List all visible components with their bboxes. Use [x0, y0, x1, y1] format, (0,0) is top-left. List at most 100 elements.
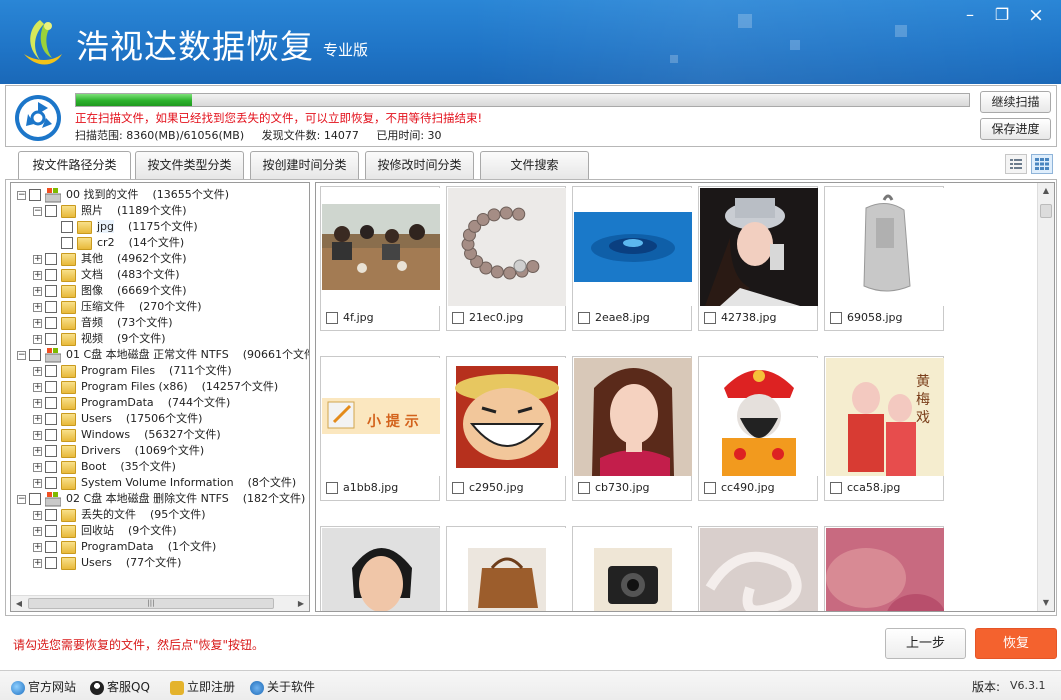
scroll-thumb[interactable]: ||| [28, 598, 274, 609]
tree-checkbox[interactable] [45, 301, 57, 313]
maximize-button[interactable]: ❐ [988, 4, 1016, 28]
tree-checkbox[interactable] [29, 493, 41, 505]
scroll-down-icon[interactable]: ▼ [1041, 598, 1051, 608]
tab-by-modified[interactable]: 按修改时间分类 [365, 151, 474, 180]
tree-node[interactable]: + 音频 (73个文件) [33, 315, 173, 331]
file-card[interactable]: 42738.jpg [698, 186, 818, 331]
tree-checkbox[interactable] [45, 365, 57, 377]
tree-checkbox[interactable] [45, 461, 57, 473]
continue-scan-button[interactable]: 继续扫描 [980, 91, 1051, 113]
tree-node[interactable]: + 丢失的文件 (95个文件) [33, 507, 206, 523]
collapse-icon[interactable]: − [17, 350, 26, 360]
file-checkbox[interactable] [704, 482, 716, 494]
list-view-button[interactable] [1005, 154, 1027, 174]
file-card[interactable]: 小 提 示 a1bb8.jpg [320, 356, 440, 501]
tab-by-created[interactable]: 按创建时间分类 [250, 151, 359, 180]
tree-node[interactable]: + 回收站 (9个文件) [33, 523, 177, 539]
file-card[interactable]: cb730.jpg [572, 356, 692, 501]
tree-checkbox[interactable] [45, 269, 57, 281]
tree-checkbox[interactable] [45, 397, 57, 409]
previous-step-button[interactable]: 上一步 [885, 628, 966, 659]
official-site-link[interactable]: 官方网站 [11, 678, 76, 695]
expand-icon[interactable]: + [33, 302, 42, 312]
tree-node[interactable]: cr2 (14个文件) [49, 235, 184, 251]
collapse-icon[interactable]: − [17, 494, 26, 504]
tree-checkbox[interactable] [45, 413, 57, 425]
tree-checkbox[interactable] [45, 333, 57, 345]
scroll-left-icon[interactable]: ◀ [14, 599, 24, 609]
tree-node[interactable]: + Boot (35个文件) [33, 459, 176, 475]
tree-node[interactable]: + Users (77个文件) [33, 555, 181, 571]
tree-node[interactable]: + 其他 (4962个文件) [33, 251, 187, 267]
expand-icon[interactable]: + [33, 414, 42, 424]
expand-icon[interactable]: + [33, 382, 42, 392]
expand-icon[interactable]: + [33, 526, 42, 536]
expand-icon[interactable]: + [33, 270, 42, 280]
tree-node[interactable]: + Users (17506个文件) [33, 411, 202, 427]
scroll-right-icon[interactable]: ▶ [296, 599, 306, 609]
expand-icon[interactable]: + [33, 398, 42, 408]
tree-checkbox[interactable] [45, 317, 57, 329]
support-qq-link[interactable]: 客服QQ [90, 678, 150, 695]
file-card[interactable] [824, 526, 944, 611]
tree-node[interactable]: + Program Files (x86) (14257个文件) [33, 379, 278, 395]
expand-icon[interactable]: + [33, 558, 42, 568]
tree-node[interactable]: + Program Files (711个文件) [33, 363, 232, 379]
file-card[interactable]: c2950.jpg [446, 356, 566, 501]
minimize-button[interactable]: – [956, 4, 984, 28]
expand-icon[interactable]: + [33, 446, 42, 456]
file-card[interactable] [572, 526, 692, 611]
file-checkbox[interactable] [830, 312, 842, 324]
tree-checkbox[interactable] [45, 557, 57, 569]
register-link[interactable]: 立即注册 [170, 678, 235, 695]
tree-checkbox[interactable] [45, 509, 57, 521]
expand-icon[interactable]: + [33, 430, 42, 440]
expand-icon[interactable]: + [33, 462, 42, 472]
file-checkbox[interactable] [578, 312, 590, 324]
file-card[interactable]: 2eae8.jpg [572, 186, 692, 331]
tree-checkbox[interactable] [45, 445, 57, 457]
tree-checkbox[interactable] [61, 237, 73, 249]
tree-node[interactable]: + 视频 (9个文件) [33, 331, 166, 347]
expand-icon[interactable]: + [33, 318, 42, 328]
tree-checkbox[interactable] [29, 349, 41, 361]
file-checkbox[interactable] [578, 482, 590, 494]
tree-node[interactable]: + Windows (56327个文件) [33, 427, 221, 443]
scroll-up-icon[interactable]: ▲ [1041, 186, 1051, 196]
file-checkbox[interactable] [452, 482, 464, 494]
file-card[interactable]: 21ec0.jpg [446, 186, 566, 331]
tab-by-path[interactable]: 按文件路径分类 [18, 151, 131, 181]
tree-node[interactable]: + 压缩文件 (270个文件) [33, 299, 202, 315]
about-link[interactable]: 关于软件 [250, 678, 315, 695]
file-card[interactable]: cc490.jpg [698, 356, 818, 501]
tree-checkbox[interactable] [45, 541, 57, 553]
file-checkbox[interactable] [326, 312, 338, 324]
tree-node[interactable]: + ProgramData (744个文件) [33, 395, 230, 411]
tree-checkbox[interactable] [61, 221, 73, 233]
save-progress-button[interactable]: 保存进度 [980, 118, 1051, 140]
thumbnail-view-button[interactable] [1031, 154, 1053, 174]
expand-icon[interactable]: + [33, 510, 42, 520]
file-checkbox[interactable] [704, 312, 716, 324]
file-checkbox[interactable] [830, 482, 842, 494]
tree-checkbox[interactable] [45, 429, 57, 441]
tree-checkbox[interactable] [45, 285, 57, 297]
file-card[interactable] [698, 526, 818, 611]
tree-node[interactable]: − 01 C盘 本地磁盘 正常文件 NTFS (90661个文件 [17, 347, 309, 363]
file-card[interactable] [320, 526, 440, 611]
tree-checkbox[interactable] [45, 381, 57, 393]
tree-checkbox[interactable] [45, 477, 57, 489]
tree-node[interactable]: + Drivers (1069个文件) [33, 443, 204, 459]
expand-icon[interactable]: + [33, 286, 42, 296]
expand-icon[interactable]: + [33, 254, 42, 264]
tree-checkbox[interactable] [45, 253, 57, 265]
file-card[interactable]: 69058.jpg [824, 186, 944, 331]
tab-by-type[interactable]: 按文件类型分类 [135, 151, 244, 180]
grid-vertical-scrollbar[interactable]: ▲ ▼ [1037, 183, 1054, 611]
close-button[interactable]: × [1022, 4, 1050, 28]
tree-node[interactable]: + System Volume Information (8个文件) [33, 475, 296, 491]
tree-checkbox[interactable] [45, 525, 57, 537]
folder-tree[interactable]: − 00 找到的文件 (13655个文件) − 照片 (1189个文件) jpg (1175个… [10, 182, 310, 612]
tab-file-search[interactable]: 文件搜索 [480, 151, 589, 180]
tree-checkbox[interactable] [29, 189, 41, 201]
